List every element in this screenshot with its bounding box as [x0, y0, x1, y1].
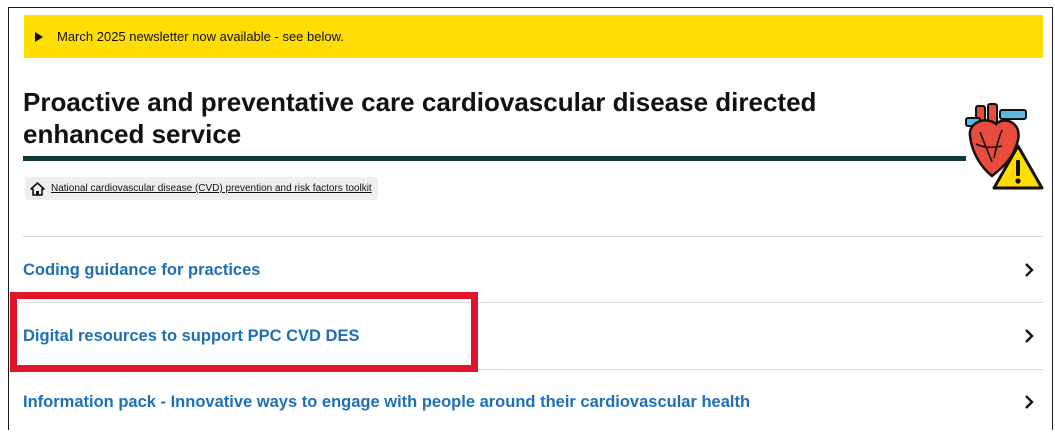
chevron-right-icon: [1025, 329, 1034, 343]
heart-warning-icon: [962, 102, 1046, 192]
banner-text: March 2025 newsletter now available - se…: [57, 29, 344, 44]
page-title: Proactive and preventative care cardiova…: [23, 87, 817, 149]
toolkit-link[interactable]: National cardiovascular disease (CVD) pr…: [25, 177, 378, 200]
divider: [23, 236, 1043, 237]
list-item-label[interactable]: Information pack - Innovative ways to en…: [23, 393, 750, 412]
chevron-right-icon: [1025, 263, 1034, 277]
toolkit-link-text[interactable]: National cardiovascular disease (CVD) pr…: [51, 183, 372, 194]
title-underline: [23, 156, 966, 161]
list-item-label[interactable]: Coding guidance for practices: [23, 261, 260, 280]
house-icon: [30, 181, 45, 196]
chevron-right-icon: [1025, 395, 1034, 409]
highlight-box: [10, 292, 478, 372]
play-triangle-icon: [35, 31, 43, 42]
newsletter-banner[interactable]: March 2025 newsletter now available - se…: [24, 15, 1043, 58]
list-item-information-pack[interactable]: Information pack - Innovative ways to en…: [23, 370, 1043, 434]
